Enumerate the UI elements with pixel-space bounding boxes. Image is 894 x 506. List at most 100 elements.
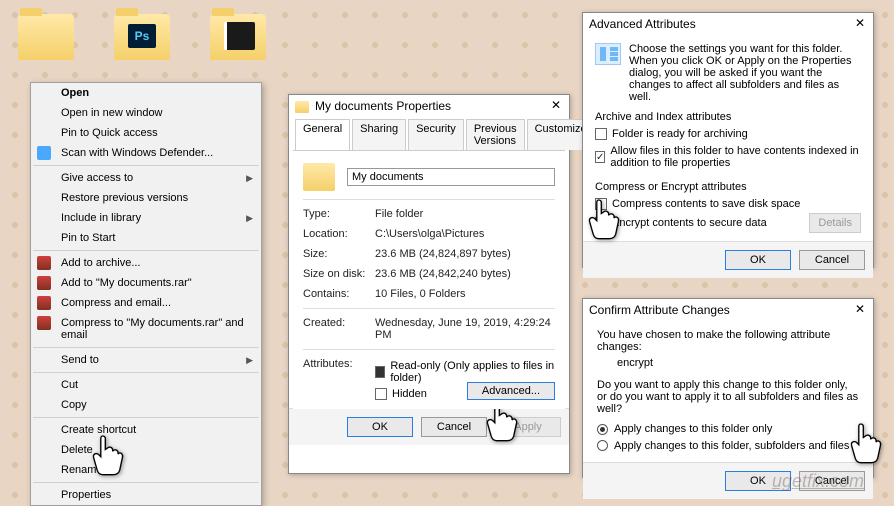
menu-separator bbox=[33, 250, 259, 251]
dialog-buttons: OK Cancel bbox=[583, 241, 873, 278]
menu-pin-quick-access[interactable]: Pin to Quick access bbox=[31, 123, 261, 143]
divider bbox=[303, 199, 555, 200]
menu-pin-start[interactable]: Pin to Start bbox=[31, 228, 261, 248]
radio-icon bbox=[597, 424, 608, 435]
folder-icon bbox=[18, 14, 74, 60]
dialog-title: My documents Properties bbox=[295, 99, 451, 113]
menu-compress-email[interactable]: Compress and email... bbox=[31, 293, 261, 313]
divider bbox=[303, 349, 555, 350]
confirm-intro: You have chosen to make the following at… bbox=[597, 329, 859, 353]
archive-icon bbox=[37, 276, 51, 290]
label-contains: Contains: bbox=[303, 288, 375, 300]
chevron-right-icon: ▶ bbox=[246, 173, 253, 184]
folder-item[interactable] bbox=[114, 14, 170, 60]
divider bbox=[303, 308, 555, 309]
dialog-title: Confirm Attribute Changes bbox=[589, 303, 730, 317]
menu-include-library[interactable]: Include in library▶ bbox=[31, 208, 261, 228]
close-icon[interactable]: ✕ bbox=[549, 99, 563, 113]
menu-compress-rar-email[interactable]: Compress to "My documents.rar" and email bbox=[31, 313, 261, 345]
attributes-icon bbox=[595, 43, 621, 65]
checkbox-encrypt[interactable]: Encrypt contents to secure data bbox=[595, 215, 767, 231]
menu-open[interactable]: Open bbox=[31, 83, 261, 103]
menu-separator bbox=[33, 417, 259, 418]
menu-open-new-window[interactable]: Open in new window bbox=[31, 103, 261, 123]
tab-security[interactable]: Security bbox=[408, 119, 464, 150]
dialog-title: Advanced Attributes bbox=[589, 17, 696, 31]
ok-button[interactable]: OK bbox=[347, 417, 413, 437]
label-size-on-disk: Size on disk: bbox=[303, 268, 375, 280]
checkbox-icon bbox=[595, 217, 607, 229]
titlebar: My documents Properties ✕ bbox=[289, 95, 569, 117]
menu-restore-previous[interactable]: Restore previous versions bbox=[31, 188, 261, 208]
label-location: Location: bbox=[303, 228, 375, 240]
value-size-on-disk: 23.6 MB (24,842,240 bytes) bbox=[375, 268, 555, 280]
menu-scan-defender[interactable]: Scan with Windows Defender... bbox=[31, 143, 261, 163]
confirm-attribute-dialog: Confirm Attribute Changes ✕ You have cho… bbox=[582, 298, 874, 478]
checkbox-compress[interactable]: Compress contents to save disk space bbox=[595, 196, 800, 212]
group-archive-index: Archive and Index attributes bbox=[595, 111, 861, 123]
dialog-description: Choose the settings you want for this fo… bbox=[629, 43, 861, 103]
menu-separator bbox=[33, 372, 259, 373]
value-contains: 10 Files, 0 Folders bbox=[375, 288, 555, 300]
ok-button[interactable]: OK bbox=[725, 250, 791, 270]
checkbox-hidden[interactable]: Hidden bbox=[375, 386, 427, 402]
titlebar: Confirm Attribute Changes ✕ bbox=[583, 299, 873, 321]
menu-give-access[interactable]: Give access to▶ bbox=[31, 168, 261, 188]
checkbox-icon bbox=[595, 198, 607, 210]
tab-general[interactable]: General bbox=[295, 119, 350, 150]
menu-properties[interactable]: Properties bbox=[31, 485, 261, 505]
label-attributes: Attributes: bbox=[303, 358, 375, 370]
folder-icon-ps bbox=[114, 14, 170, 60]
folder-icon-dark bbox=[210, 14, 266, 60]
folder-item[interactable] bbox=[210, 14, 266, 60]
menu-add-rar[interactable]: Add to "My documents.rar" bbox=[31, 273, 261, 293]
titlebar: Advanced Attributes ✕ bbox=[583, 13, 873, 35]
value-location: C:\Users\olga\Pictures bbox=[375, 228, 555, 240]
group-compress-encrypt: Compress or Encrypt attributes bbox=[595, 181, 861, 193]
menu-delete[interactable]: Delete bbox=[31, 440, 261, 460]
value-size: 23.6 MB (24,824,897 bytes) bbox=[375, 248, 555, 260]
menu-separator bbox=[33, 347, 259, 348]
menu-copy[interactable]: Copy bbox=[31, 395, 261, 415]
menu-add-archive[interactable]: Add to archive... bbox=[31, 253, 261, 273]
apply-button[interactable]: Apply bbox=[495, 417, 561, 437]
menu-separator bbox=[33, 165, 259, 166]
menu-cut[interactable]: Cut bbox=[31, 375, 261, 395]
menu-send-to[interactable]: Send to▶ bbox=[31, 350, 261, 370]
chevron-right-icon: ▶ bbox=[246, 355, 253, 366]
close-icon[interactable]: ✕ bbox=[853, 303, 867, 317]
folder-item[interactable] bbox=[18, 14, 74, 60]
confirm-change-value: encrypt bbox=[617, 353, 859, 373]
close-icon[interactable]: ✕ bbox=[853, 17, 867, 31]
tab-previous-versions[interactable]: Previous Versions bbox=[466, 119, 525, 150]
dialog-body: Choose the settings you want for this fo… bbox=[583, 35, 873, 241]
dialog-body: You have chosen to make the following at… bbox=[583, 321, 873, 462]
advanced-attributes-dialog: Advanced Attributes ✕ Choose the setting… bbox=[582, 12, 874, 268]
cancel-button[interactable]: Cancel bbox=[421, 417, 487, 437]
folder-context-menu: Open Open in new window Pin to Quick acc… bbox=[30, 82, 262, 506]
value-created: Wednesday, June 19, 2019, 4:29:24 PM bbox=[375, 317, 555, 341]
checkbox-icon bbox=[595, 151, 605, 163]
shield-icon bbox=[37, 146, 51, 160]
checkbox-ready-archive[interactable]: Folder is ready for archiving bbox=[595, 126, 748, 142]
menu-create-shortcut[interactable]: Create shortcut bbox=[31, 420, 261, 440]
folder-icon bbox=[303, 163, 335, 191]
tab-sharing[interactable]: Sharing bbox=[352, 119, 406, 150]
details-button[interactable]: Details bbox=[809, 213, 861, 233]
tab-body-general: Type:File folder Location:C:\Users\olga\… bbox=[293, 150, 565, 409]
confirm-question: Do you want to apply this change to this… bbox=[597, 379, 859, 415]
watermark: ugetfix.com bbox=[772, 471, 864, 492]
checkbox-icon bbox=[375, 366, 385, 378]
advanced-button[interactable]: Advanced... bbox=[467, 382, 555, 400]
label-created: Created: bbox=[303, 317, 375, 341]
menu-rename[interactable]: Rename bbox=[31, 460, 261, 480]
value-type: File folder bbox=[375, 208, 555, 220]
checkbox-allow-index[interactable]: Allow files in this folder to have conte… bbox=[595, 143, 861, 171]
cancel-button[interactable]: Cancel bbox=[799, 250, 865, 270]
radio-folder-only[interactable]: Apply changes to this folder only bbox=[597, 421, 772, 437]
chevron-right-icon: ▶ bbox=[246, 213, 253, 224]
archive-icon bbox=[37, 296, 51, 310]
folder-name-field[interactable] bbox=[347, 168, 555, 186]
tabs: General Sharing Security Previous Versio… bbox=[289, 117, 569, 150]
radio-folder-subfolders[interactable]: Apply changes to this folder, subfolders… bbox=[597, 438, 849, 454]
